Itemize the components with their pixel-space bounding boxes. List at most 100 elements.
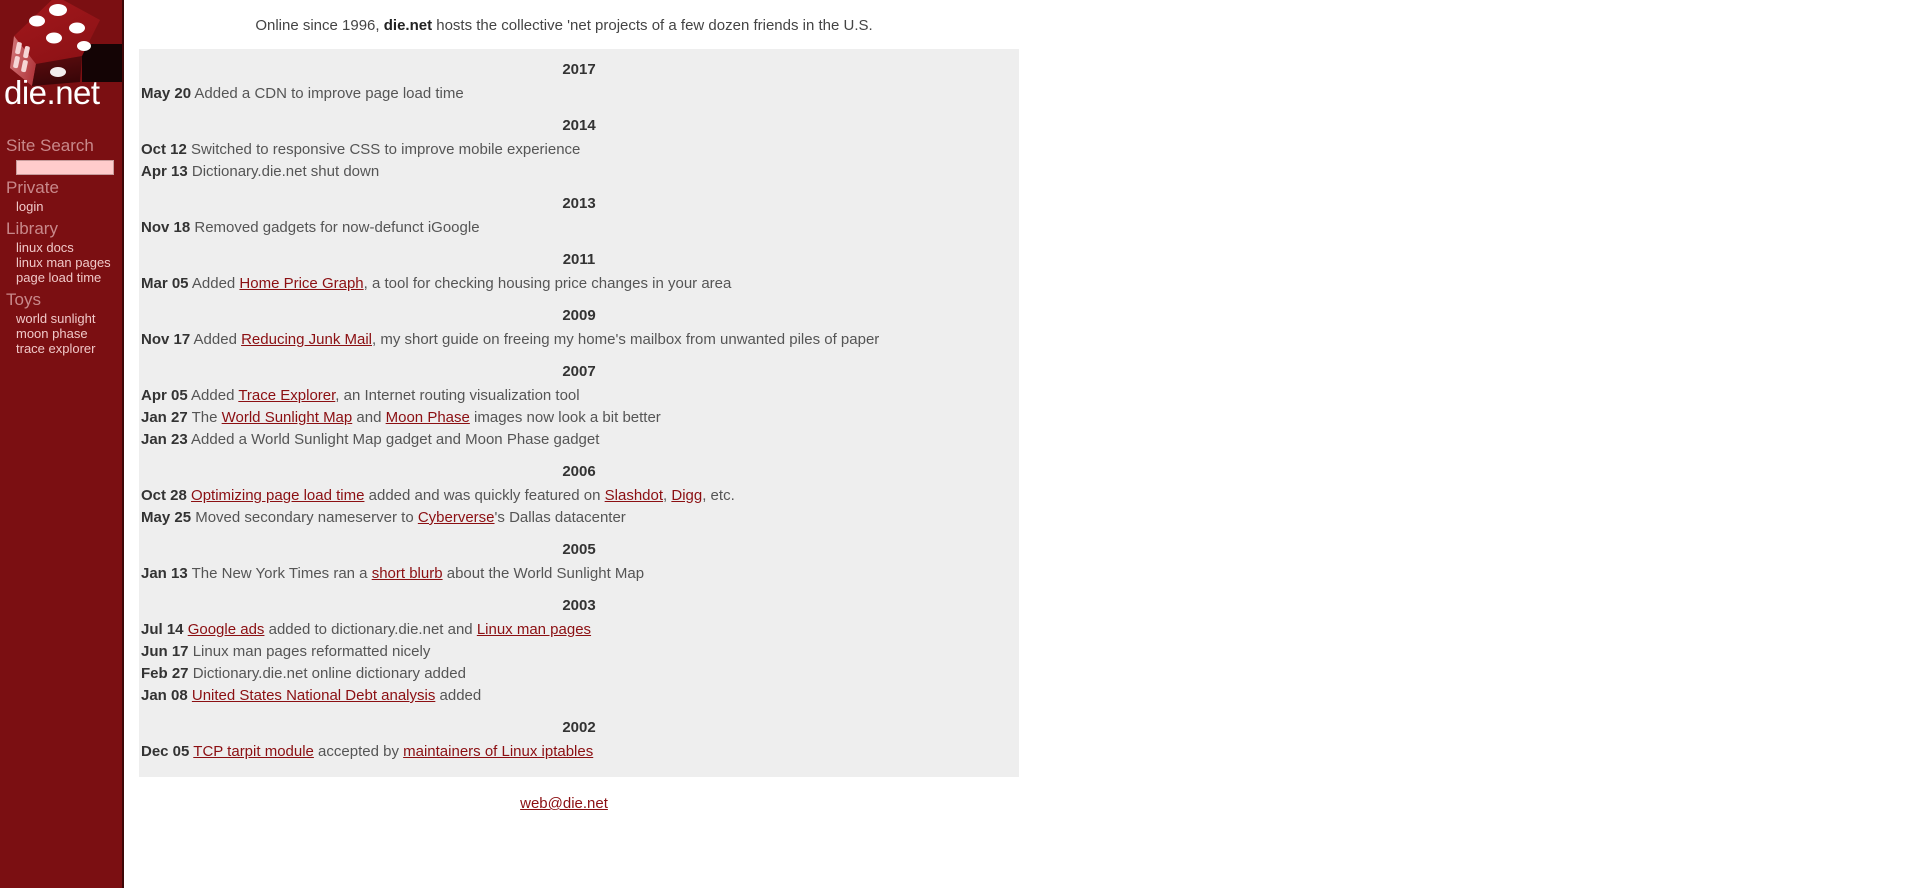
timeline-entry: Jan 23 Added a World Sunlight Map gadget… [139, 429, 1019, 451]
entry-date: Jul 14 [141, 621, 184, 638]
timeline-year-heading: 2005 [562, 541, 596, 558]
timeline-year-heading: 2003 [562, 597, 596, 614]
entry-text: accepted by [313, 743, 404, 760]
site-tagline: Online since 1996, die.net hosts the col… [124, 0, 1004, 49]
timeline-year-heading: 2009 [562, 307, 596, 324]
page-root: die.net Site Search Private login Library l… [0, 0, 1920, 888]
timeline-entry: Oct 28 Optimizing page load time added a… [139, 485, 1019, 507]
entry-text: , a tool for checking housing price chan… [363, 275, 732, 292]
entry-date: Jan 27 [141, 409, 188, 426]
timeline-entry: Apr 13 Dictionary.die.net shut down [139, 161, 1019, 183]
tagline-before: Online since 1996, [255, 17, 384, 34]
sidebar-group-heading: Library [6, 219, 58, 238]
entry-link[interactable]: Moon Phase [386, 409, 470, 426]
entry-text: The [191, 409, 222, 426]
sidebar: die.net Site Search Private login Library l… [0, 0, 124, 888]
timeline-year-heading: 2006 [562, 463, 596, 480]
sidebar-group-heading: Toys [6, 290, 41, 309]
timeline-entry: Jul 14 Google ads added to dictionary.di… [139, 619, 1019, 641]
entry-date: Feb 27 [141, 665, 189, 682]
entry-link[interactable]: Optimizing page load time [191, 487, 364, 504]
timeline-entry: Mar 05 Added Home Price Graph, a tool fo… [139, 273, 1019, 295]
tagline-brand: die.net [383, 17, 433, 34]
timeline-year-heading: 2002 [562, 719, 596, 736]
timeline-year-heading: 2007 [562, 363, 596, 380]
entry-link[interactable]: Home Price Graph [239, 275, 363, 292]
entry-link[interactable]: maintainers of Linux iptables [403, 743, 593, 760]
entry-text: about the World Sunlight Map [442, 565, 645, 582]
entry-link[interactable]: Digg [671, 487, 702, 504]
entry-date: Apr 13 [141, 163, 188, 180]
entry-text: , etc. [702, 487, 735, 504]
entry-text: , an Internet routing visualization tool [335, 387, 580, 404]
entry-text: Added [191, 387, 239, 404]
entry-link[interactable]: Linux man pages [477, 621, 591, 638]
sidebar-item-linux-docs[interactable]: linux docs [0, 240, 122, 255]
entry-date: Jun 17 [141, 643, 189, 660]
entry-text: Added a CDN to improve page load time [194, 85, 464, 102]
entry-text: Added a World Sunlight Map gadget and Mo… [191, 431, 600, 448]
entry-date: May 25 [141, 509, 192, 526]
entry-link[interactable]: Cyberverse [418, 509, 495, 526]
timeline-year-heading: 2013 [562, 195, 596, 212]
timeline-entry: Dec 05 TCP tarpit module accepted by mai… [139, 741, 1019, 763]
entry-link[interactable]: TCP tarpit module [193, 743, 314, 760]
contact-email-link[interactable]: web@die.net [520, 795, 608, 812]
page-footer: web@die.net [124, 777, 1004, 813]
entry-text: Dictionary.die.net online dictionary add… [192, 665, 466, 682]
entry-link[interactable]: short blurb [372, 565, 443, 582]
sidebar-group: Toys world sunlight moon phase trace explor… [0, 287, 122, 356]
entry-date: Dec 05 [141, 743, 190, 760]
site-wordmark: die.net [4, 74, 100, 111]
timeline-entry: Feb 27 Dictionary.die.net online diction… [139, 663, 1019, 685]
sidebar-item-world-sunlight[interactable]: world sunlight [0, 311, 122, 326]
timeline-year-heading: 2017 [562, 61, 596, 78]
entry-text: Switched to responsive CSS to improve mo… [191, 141, 581, 158]
entry-text: Added [193, 331, 242, 348]
sidebar-group-heading: Private [6, 178, 59, 197]
timeline-entry: Jan 13 The New York Times ran a short bl… [139, 563, 1019, 585]
sidebar-item-trace-explorer[interactable]: trace explorer [0, 341, 122, 356]
entry-link[interactable]: United States National Debt analysis [192, 687, 435, 704]
site-logo[interactable]: die.net [0, 0, 122, 128]
entry-text: images now look a bit better [469, 409, 661, 426]
entry-link[interactable]: Google ads [188, 621, 265, 638]
entry-date: Nov 18 [141, 219, 191, 236]
entry-date: May 20 [141, 85, 192, 102]
timeline-entry: Jan 08 United States National Debt analy… [139, 685, 1019, 707]
timeline-entry: Apr 05 Added Trace Explorer, an Internet… [139, 385, 1019, 407]
sidebar-item-login[interactable]: login [0, 199, 122, 214]
entry-date: Oct 12 [141, 141, 187, 158]
entry-text: added to dictionary.die.net and [264, 621, 477, 638]
sidebar-group: Private login [0, 175, 122, 214]
entry-link[interactable]: Slashdot [605, 487, 663, 504]
timeline-entry: May 20 Added a CDN to improve page load … [139, 83, 1019, 105]
entry-link[interactable]: World Sunlight Map [222, 409, 353, 426]
site-search-heading: Site Search [6, 136, 94, 155]
timeline-panel: 2017 May 20 Added a CDN to improve page l… [139, 49, 1019, 777]
sidebar-item-linux-man-pages[interactable]: linux man pages [0, 255, 122, 270]
entry-link[interactable]: Trace Explorer [238, 387, 335, 404]
entry-date: Oct 28 [141, 487, 187, 504]
entry-date: Nov 17 [141, 331, 191, 348]
sidebar-item-moon-phase[interactable]: moon phase [0, 326, 122, 341]
timeline-entry: Nov 18 Removed gadgets for now-defunct i… [139, 217, 1019, 239]
sidebar-item-page-load-time[interactable]: page load time [0, 270, 122, 285]
entry-link[interactable]: Reducing Junk Mail [241, 331, 372, 348]
main-content: Online since 1996, die.net hosts the col… [124, 0, 1920, 888]
sidebar-group: Library linux docs linux man pages page loa… [0, 216, 122, 285]
search-input[interactable] [16, 160, 114, 175]
entry-text: Moved secondary nameserver to [195, 509, 418, 526]
timeline-entry: Oct 12 Switched to responsive CSS to imp… [139, 139, 1019, 161]
entry-text: , my short guide on freeing my home's ma… [372, 331, 880, 348]
entry-text: 's Dallas datacenter [494, 509, 626, 526]
entry-text: added and was quickly featured on [364, 487, 605, 504]
entry-date: Jan 13 [141, 565, 188, 582]
entry-text: Added [191, 275, 240, 292]
timeline-entry: Jun 17 Linux man pages reformatted nicel… [139, 641, 1019, 663]
entry-date: Jan 23 [141, 431, 188, 448]
entry-text: Removed gadgets for now-defunct iGoogle [194, 219, 480, 236]
entry-date: Apr 05 [141, 387, 188, 404]
timeline-year-heading: 2011 [562, 251, 596, 268]
entry-text: and [352, 409, 386, 426]
